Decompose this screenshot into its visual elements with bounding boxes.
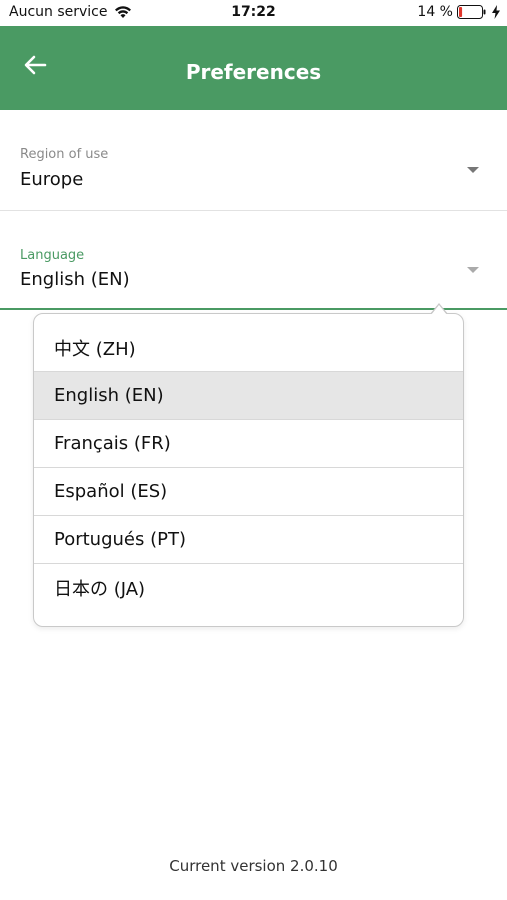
- region-select[interactable]: Region of use Europe: [0, 110, 507, 211]
- language-select[interactable]: Language English (EN): [0, 211, 507, 310]
- charging-bolt-icon: [491, 5, 501, 19]
- caret-down-icon: [467, 267, 479, 273]
- language-option-pt[interactable]: Portugués (PT): [34, 516, 463, 564]
- language-option-fr[interactable]: Français (FR): [34, 420, 463, 468]
- battery-percent: 14 %: [417, 4, 453, 20]
- language-dropdown: 中文 (ZH) English (EN) Français (FR) Españ…: [33, 313, 464, 627]
- dropdown-pointer-fill: [431, 305, 447, 315]
- language-option-zh[interactable]: 中文 (ZH): [34, 324, 463, 372]
- status-bar: Aucun service 17:22 14 %: [0, 0, 507, 26]
- battery-icon: [457, 5, 487, 19]
- language-label: Language: [20, 248, 85, 263]
- battery-indicator: 14 %: [417, 4, 501, 20]
- language-options-list: 中文 (ZH) English (EN) Français (FR) Españ…: [34, 324, 463, 612]
- page-title: Preferences: [185, 60, 322, 84]
- language-option-ja[interactable]: 日本の (JA): [34, 564, 463, 612]
- caret-down-icon: [467, 167, 479, 173]
- language-value: English (EN): [20, 269, 130, 290]
- language-option-es[interactable]: Español (ES): [34, 468, 463, 516]
- language-option-en[interactable]: English (EN): [34, 372, 463, 420]
- region-value: Europe: [20, 169, 84, 190]
- app-bar: Preferences: [0, 26, 507, 110]
- version-label: Current version 2.0.10: [169, 857, 338, 875]
- region-label: Region of use: [20, 147, 109, 162]
